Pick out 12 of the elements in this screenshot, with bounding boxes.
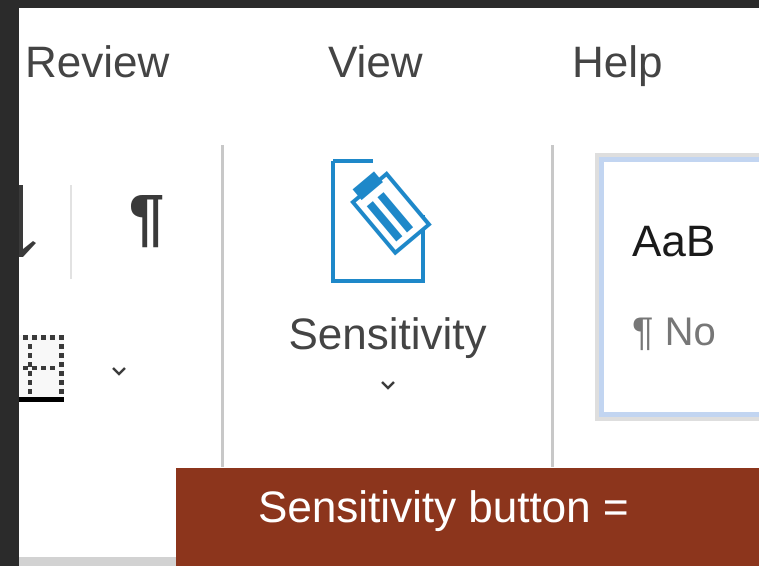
ribbon-tab[interactable]: Help <box>572 38 662 87</box>
paragraph-mark-button[interactable]: ¶ <box>128 185 164 249</box>
ribbon-tab[interactable]: View <box>328 38 423 87</box>
style-gallery-item[interactable]: AaB ¶ No <box>595 153 759 421</box>
sort-arrow-icon[interactable] <box>19 185 37 257</box>
sensitivity-button[interactable]: Sensitivity <box>224 145 551 435</box>
borders-icon[interactable] <box>19 335 64 402</box>
caret-icon <box>380 381 394 390</box>
ribbon-tab[interactable]: Review <box>25 38 170 87</box>
callout-banner: Sensitivity button = <box>176 468 759 566</box>
scroll-bar[interactable] <box>19 557 176 566</box>
caret-icon[interactable] <box>112 367 126 376</box>
